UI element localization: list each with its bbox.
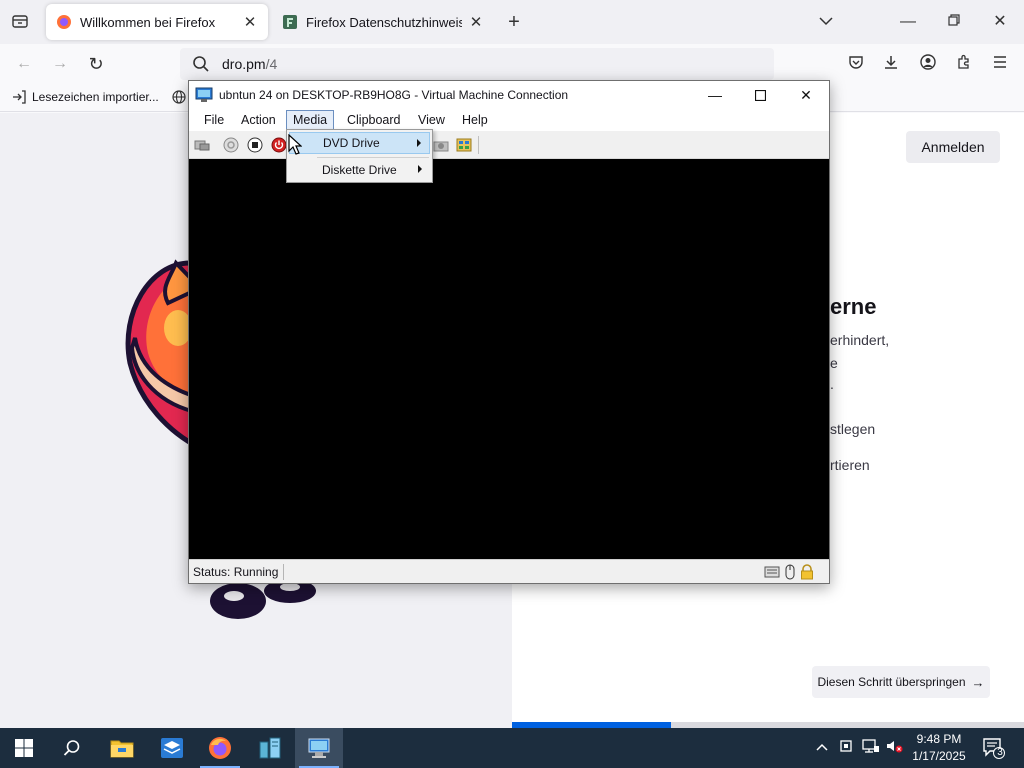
menu-file[interactable]: File — [198, 110, 230, 130]
extensions-icon[interactable] — [954, 54, 974, 76]
back-icon[interactable]: ← — [14, 54, 34, 74]
welcome-text-line: . — [830, 376, 834, 392]
menu-item-label: DVD Drive — [323, 136, 380, 150]
welcome-heading: erne — [830, 294, 877, 319]
file-explorer-icon[interactable] — [98, 728, 146, 768]
vm-connection-taskbar-icon[interactable] — [295, 728, 343, 768]
welcome-text-line: e — [830, 355, 838, 371]
firefox-taskbar-icon[interactable] — [196, 728, 244, 768]
start-icon[interactable] — [223, 137, 239, 153]
url-path: /4 — [265, 56, 278, 72]
welcome-text-line: erhindert, — [830, 332, 890, 348]
vm-maximize-icon[interactable] — [738, 81, 782, 109]
media-menu-dropdown: DVD Drive Diskette Drive — [286, 129, 433, 183]
vm-status-bar: Status: Running — [189, 559, 829, 583]
menu-separator — [317, 157, 429, 158]
menu-item-dvd-drive[interactable]: DVD Drive — [289, 132, 430, 154]
welcome-option-text[interactable]: stlegen — [830, 421, 875, 437]
menu-help[interactable]: Help — [456, 110, 494, 130]
window-close-icon[interactable]: ✕ — [990, 12, 1010, 32]
menu-media[interactable]: Media — [286, 110, 335, 130]
tab-label: Firefox Datenschutzhinweis — M — [306, 14, 462, 30]
hyper-v-tray-icon[interactable] — [839, 738, 853, 757]
vm-display[interactable] — [189, 159, 829, 559]
vm-connection-window: ubntun 24 on DESKTOP-RB9HO8G - Virtual M… — [188, 80, 830, 584]
keyboard-icon — [764, 566, 780, 578]
sign-in-button[interactable]: Anmelden — [906, 131, 1000, 163]
vm-status-text: Status: Running — [193, 565, 279, 579]
mouse-cursor-icon — [288, 134, 302, 155]
windows-start-icon[interactable] — [0, 728, 48, 768]
enhanced-session-icon[interactable] — [456, 137, 472, 153]
app-menu-icon[interactable] — [990, 54, 1010, 74]
vm-menu-bar: File Action Media Clipboard View Help — [189, 109, 829, 131]
vm-close-icon[interactable]: ✕ — [784, 81, 828, 109]
downloads-icon[interactable] — [881, 54, 901, 76]
search-icon — [193, 56, 209, 72]
mouse-icon — [785, 564, 795, 580]
submenu-arrow-icon — [418, 165, 422, 173]
lock-icon — [801, 564, 813, 580]
window-minimize-icon[interactable]: — — [898, 12, 918, 32]
windows-taskbar: 9:48 PM 1/17/2025 3 — [0, 728, 1024, 768]
reload-icon[interactable]: ↻ — [86, 54, 106, 74]
arrow-right-icon: → — [971, 674, 985, 690]
url-host: dro.pm — [222, 56, 266, 72]
tab-overview-icon[interactable] — [10, 12, 30, 36]
checkpoint-icon[interactable] — [433, 137, 449, 153]
taskbar-clock[interactable]: 9:48 PM 1/17/2025 — [906, 731, 972, 765]
firefox-favicon-icon — [57, 15, 71, 29]
show-hidden-icons-icon[interactable] — [816, 739, 828, 755]
toolbar-separator — [478, 136, 479, 154]
list-all-tabs-icon[interactable] — [816, 12, 836, 32]
action-center-icon[interactable]: 3 — [982, 737, 1006, 762]
close-tab-icon[interactable]: ✕ — [468, 13, 484, 31]
tab-privacy-notice[interactable]: Firefox Datenschutzhinweis — M ✕ — [272, 4, 494, 40]
account-icon[interactable] — [918, 54, 938, 76]
clock-date: 1/17/2025 — [912, 749, 966, 763]
import-bookmarks-button[interactable]: Lesezeichen importier... — [12, 90, 159, 104]
import-icon — [13, 90, 26, 104]
tab-firefox-welcome[interactable]: Willkommen bei Firefox ✕ — [46, 4, 268, 40]
new-tab-icon[interactable]: + — [504, 12, 524, 32]
shutdown-icon[interactable] — [271, 137, 287, 153]
status-separator — [283, 564, 284, 580]
skip-step-button[interactable]: Diesen Schritt überspringen → — [812, 666, 990, 698]
turn-off-icon[interactable] — [247, 137, 263, 153]
vm-toolbar — [189, 131, 829, 159]
submenu-arrow-icon — [417, 139, 421, 147]
vm-minimize-icon[interactable]: — — [693, 81, 737, 109]
firefox-nav-bar: ← → ↻ dro.pm/4 — [0, 44, 1024, 84]
ctrl-alt-del-icon[interactable] — [194, 137, 210, 153]
window-restore-icon[interactable] — [944, 12, 964, 32]
vm-connection-icon — [195, 87, 213, 102]
server-manager-icon[interactable] — [148, 728, 196, 768]
search-icon[interactable] — [48, 728, 96, 768]
document-favicon-icon — [283, 15, 297, 29]
skip-step-label: Diesen Schritt überspringen — [817, 675, 966, 689]
menu-view[interactable]: View — [412, 110, 451, 130]
volume-muted-icon[interactable] — [885, 738, 903, 757]
clock-time: 9:48 PM — [916, 732, 962, 746]
address-bar[interactable]: dro.pm/4 — [180, 48, 774, 80]
vm-window-title: ubntun 24 on DESKTOP-RB9HO8G - Virtual M… — [219, 88, 569, 102]
menu-item-label: Diskette Drive — [322, 163, 397, 177]
vm-title-bar[interactable]: ubntun 24 on DESKTOP-RB9HO8G - Virtual M… — [189, 81, 829, 109]
welcome-option-text[interactable]: rtieren — [830, 457, 870, 473]
close-tab-icon[interactable]: ✕ — [242, 13, 258, 31]
forward-icon[interactable]: → — [50, 54, 70, 74]
firefox-tab-bar: Willkommen bei Firefox ✕ Firefox Datensc… — [0, 0, 1024, 44]
pocket-icon[interactable] — [846, 54, 866, 76]
menu-action[interactable]: Action — [235, 110, 282, 130]
network-icon[interactable] — [862, 738, 880, 757]
hyper-v-manager-icon[interactable] — [246, 728, 294, 768]
globe-icon[interactable] — [172, 90, 186, 104]
menu-item-diskette-drive[interactable]: Diskette Drive — [289, 159, 430, 181]
import-bookmarks-label: Lesezeichen importier... — [32, 90, 159, 104]
notification-count-badge: 3 — [997, 747, 1003, 758]
menu-clipboard[interactable]: Clipboard — [341, 110, 407, 130]
tab-label: Willkommen bei Firefox — [80, 14, 216, 30]
